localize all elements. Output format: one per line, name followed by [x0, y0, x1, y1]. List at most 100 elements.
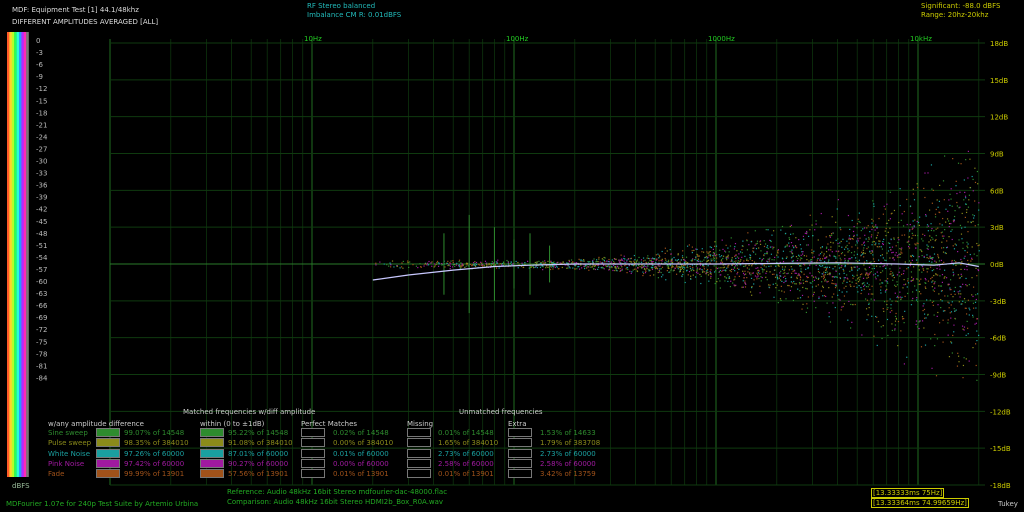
data-point: [848, 258, 850, 260]
data-point: [822, 295, 824, 297]
data-point: [749, 258, 751, 260]
data-point: [682, 250, 684, 252]
data-point: [765, 276, 767, 278]
data-point: [858, 277, 860, 279]
data-point: [767, 229, 769, 231]
data-point: [922, 305, 924, 307]
data-point: [948, 226, 950, 228]
data-point: [815, 307, 817, 309]
data-point: [670, 268, 672, 270]
data-point: [657, 277, 659, 279]
data-point: [715, 255, 717, 257]
data-point: [625, 268, 627, 270]
data-point: [927, 230, 929, 232]
data-point: [930, 223, 932, 225]
data-point: [894, 284, 896, 286]
data-point: [733, 267, 736, 269]
data-point: [848, 242, 850, 244]
x-tick-label: 100Hz: [506, 35, 529, 43]
data-point: [912, 266, 915, 268]
colorbar-tick-label: -78: [36, 350, 47, 358]
data-point: [549, 261, 552, 263]
data-point: [583, 265, 585, 267]
colorbar-tick-label: -69: [36, 314, 47, 322]
within-value: 87.01% of 60000: [228, 449, 289, 458]
data-point: [817, 257, 819, 260]
data-point: [430, 262, 432, 264]
data-point: [929, 255, 931, 257]
data-point: [846, 240, 848, 242]
data-point: [926, 299, 928, 301]
data-point: [375, 264, 377, 266]
data-point: [798, 282, 801, 284]
data-point: [608, 268, 611, 270]
data-point: [840, 266, 842, 269]
data-point: [920, 249, 922, 251]
data-point: [689, 267, 692, 270]
data-point: [742, 240, 744, 242]
data-point: [790, 224, 793, 226]
data-point: [910, 271, 913, 273]
data-point: [839, 276, 841, 279]
data-point: [851, 257, 853, 259]
data-point: [436, 262, 438, 264]
data-point: [958, 239, 960, 241]
data-point: [926, 271, 928, 273]
data-point: [938, 285, 940, 287]
data-point: [757, 272, 760, 274]
data-point: [725, 244, 727, 246]
data-point: [619, 261, 621, 263]
data-point: [859, 237, 861, 239]
data-point: [872, 200, 874, 202]
data-point: [853, 285, 855, 288]
data-point: [770, 253, 773, 255]
data-point: [794, 283, 796, 285]
data-point: [703, 271, 705, 273]
data-point: [948, 302, 950, 304]
data-point: [825, 250, 828, 253]
data-point: [807, 276, 809, 279]
data-point: [601, 258, 603, 260]
data-point: [538, 260, 540, 262]
data-point: [885, 227, 887, 230]
data-point: [734, 255, 736, 257]
data-point: [782, 272, 784, 275]
extra-value: 2.73% of 60000: [540, 449, 596, 458]
data-point: [950, 230, 952, 232]
data-point: [758, 247, 760, 249]
data-point: [401, 262, 403, 264]
data-point: [526, 260, 529, 262]
data-point: [922, 233, 924, 235]
data-point: [671, 258, 673, 260]
data-point: [918, 321, 920, 323]
data-point: [733, 260, 735, 263]
data-point: [498, 267, 500, 269]
data-point: [652, 260, 654, 263]
data-point: [728, 276, 730, 278]
data-point: [856, 253, 859, 255]
any-swatch: [96, 469, 120, 479]
data-point: [666, 270, 668, 272]
data-point: [838, 255, 840, 257]
window-type: Tukey: [998, 500, 1018, 508]
data-point: [601, 266, 604, 269]
data-point: [809, 229, 811, 231]
data-point: [857, 278, 859, 280]
data-point: [745, 273, 747, 275]
colorbar-tick-label: -30: [36, 158, 47, 166]
data-point: [960, 273, 962, 275]
data-point: [912, 278, 915, 280]
data-point: [948, 236, 950, 238]
data-point: [851, 321, 853, 323]
data-point: [889, 227, 891, 229]
data-point: [907, 280, 909, 282]
any-value: 97.26% of 60000: [124, 449, 185, 458]
data-point: [903, 210, 905, 213]
data-point: [751, 265, 753, 267]
data-point: [553, 261, 555, 263]
data-point: [907, 292, 909, 295]
data-point: [952, 334, 954, 337]
data-point: [817, 270, 820, 273]
data-point: [597, 266, 600, 268]
data-point: [770, 265, 772, 267]
